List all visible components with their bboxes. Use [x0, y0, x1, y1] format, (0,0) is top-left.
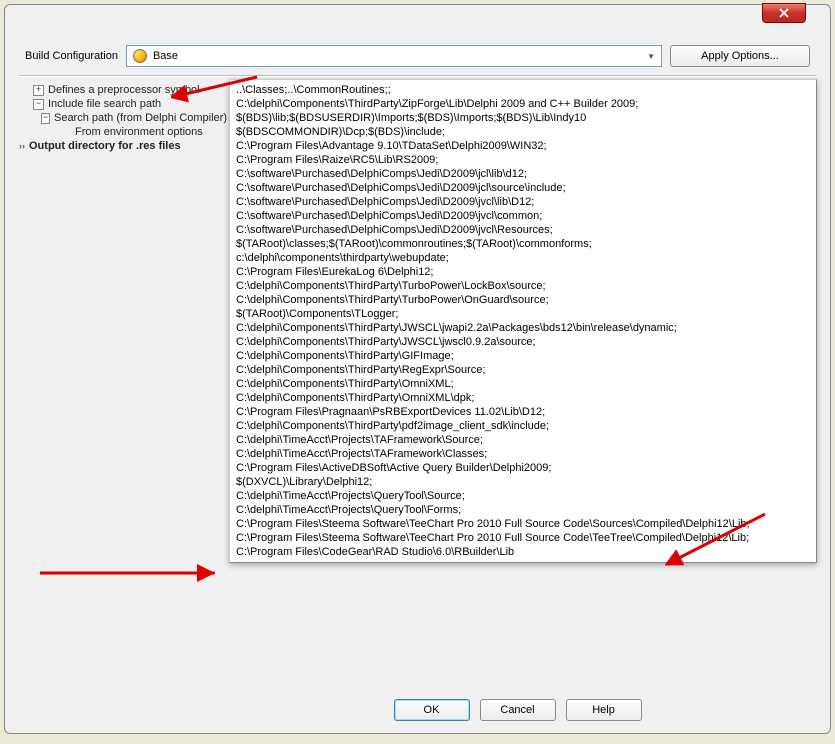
tree-label: Include file search path [48, 98, 161, 110]
search-path-value-panel[interactable]: ..\Classes;..\CommonRoutines;;C:\delphi\… [229, 79, 817, 563]
path-entry: C:\Program Files\CodeGear\RAD Studio\6.0… [236, 545, 810, 559]
expand-icon[interactable]: + [33, 85, 44, 96]
help-button[interactable]: Help [566, 699, 642, 721]
collapse-icon[interactable]: − [41, 113, 50, 124]
build-config-value: Base [153, 50, 647, 62]
chevron-down-icon: ▼ [647, 52, 655, 61]
path-entry: C:\Program Files\Steema Software\TeeChar… [236, 517, 810, 531]
collapse-icon[interactable]: − [33, 99, 44, 110]
path-entry: C:\delphi\Components\ThirdParty\OmniXML\… [236, 391, 810, 405]
path-entry: C:\software\Purchased\DelphiComps\Jedi\D… [236, 167, 810, 181]
build-config-label: Build Configuration [25, 50, 118, 62]
path-entry: C:\software\Purchased\DelphiComps\Jedi\D… [236, 209, 810, 223]
tree-label: Output directory for .res files [29, 140, 181, 152]
path-entry: $(BDS)\lib;$(BDSUSERDIR)\Imports;$(BDS)\… [236, 111, 810, 125]
path-entry: ..\Classes;..\CommonRoutines;; [236, 83, 810, 97]
chevrons-icon: ›› [19, 141, 25, 151]
path-entry: C:\software\Purchased\DelphiComps\Jedi\D… [236, 181, 810, 195]
path-entry: C:\delphi\Components\ThirdParty\RegExpr\… [236, 363, 810, 377]
path-entry: C:\delphi\Components\ThirdParty\ZipForge… [236, 97, 810, 111]
options-dialog: Build Configuration Base ▼ Apply Options… [4, 4, 831, 734]
path-entry: C:\delphi\TimeAcct\Projects\QueryTool\So… [236, 489, 810, 503]
path-entry: C:\delphi\TimeAcct\Projects\TAFramework\… [236, 433, 810, 447]
tree-item-include-path[interactable]: − Include file search path [19, 97, 227, 111]
path-entry: C:\delphi\Components\ThirdParty\TurboPow… [236, 279, 810, 293]
path-entry: C:\delphi\TimeAcct\Projects\QueryTool\Fo… [236, 503, 810, 517]
tree-label: Defines a preprocessor symbol [48, 84, 200, 96]
tree-item-from-env[interactable]: From environment options [19, 125, 227, 139]
path-entry: C:\delphi\Components\ThirdParty\OmniXML; [236, 377, 810, 391]
base-config-icon [133, 49, 147, 63]
path-entry: C:\Program Files\Advantage 9.10\TDataSet… [236, 139, 810, 153]
path-entry: C:\software\Purchased\DelphiComps\Jedi\D… [236, 223, 810, 237]
tree-item-search-path[interactable]: − Search path (from Delphi Compiler) [19, 111, 227, 125]
annotation-arrow-2 [35, 563, 225, 583]
options-tree: + Defines a preprocessor symbol − Includ… [19, 83, 227, 153]
path-entry: C:\Program Files\Steema Software\TeeChar… [236, 531, 810, 545]
build-config-select[interactable]: Base ▼ [126, 45, 662, 67]
path-entry: C:\Program Files\EurekaLog 6\Delphi12; [236, 265, 810, 279]
path-entry: C:\Program Files\Pragnaan\PsRBExportDevi… [236, 405, 810, 419]
tree-item-output-dir[interactable]: ›› Output directory for .res files [19, 139, 227, 153]
path-entry: $(TARoot)\Components\TLogger; [236, 307, 810, 321]
apply-options-button[interactable]: Apply Options... [670, 45, 810, 67]
path-entry: $(DXVCL)\Library\Delphi12; [236, 475, 810, 489]
path-entry: c:\delphi\components\thirdparty\webupdat… [236, 251, 810, 265]
path-entry: C:\delphi\TimeAcct\Projects\TAFramework\… [236, 447, 810, 461]
tree-label: Search path (from Delphi Compiler) [54, 112, 227, 124]
path-entry: C:\delphi\Components\ThirdParty\pdf2imag… [236, 419, 810, 433]
path-entry: $(BDSCOMMONDIR)\Dcp;$(BDS)\include; [236, 125, 810, 139]
close-icon [779, 8, 789, 18]
path-entry: C:\delphi\Components\ThirdParty\JWSCL\jw… [236, 321, 810, 335]
path-entry: C:\Program Files\Raize\RC5\Lib\RS2009; [236, 153, 810, 167]
path-entry: C:\Program Files\ActiveDBSoft\Active Que… [236, 461, 810, 475]
cancel-button[interactable]: Cancel [480, 699, 556, 721]
path-entry: C:\delphi\Components\ThirdParty\TurboPow… [236, 293, 810, 307]
close-button[interactable] [762, 3, 806, 23]
tree-item-preprocessor[interactable]: + Defines a preprocessor symbol [19, 83, 227, 97]
tree-label: From environment options [75, 126, 203, 138]
path-entry: $(TARoot)\classes;$(TARoot)\commonroutin… [236, 237, 810, 251]
path-entry: C:\software\Purchased\DelphiComps\Jedi\D… [236, 195, 810, 209]
path-entry: C:\delphi\Components\ThirdParty\JWSCL\jw… [236, 335, 810, 349]
path-entry: C:\delphi\Components\ThirdParty\GIFImage… [236, 349, 810, 363]
ok-button[interactable]: OK [394, 699, 470, 721]
